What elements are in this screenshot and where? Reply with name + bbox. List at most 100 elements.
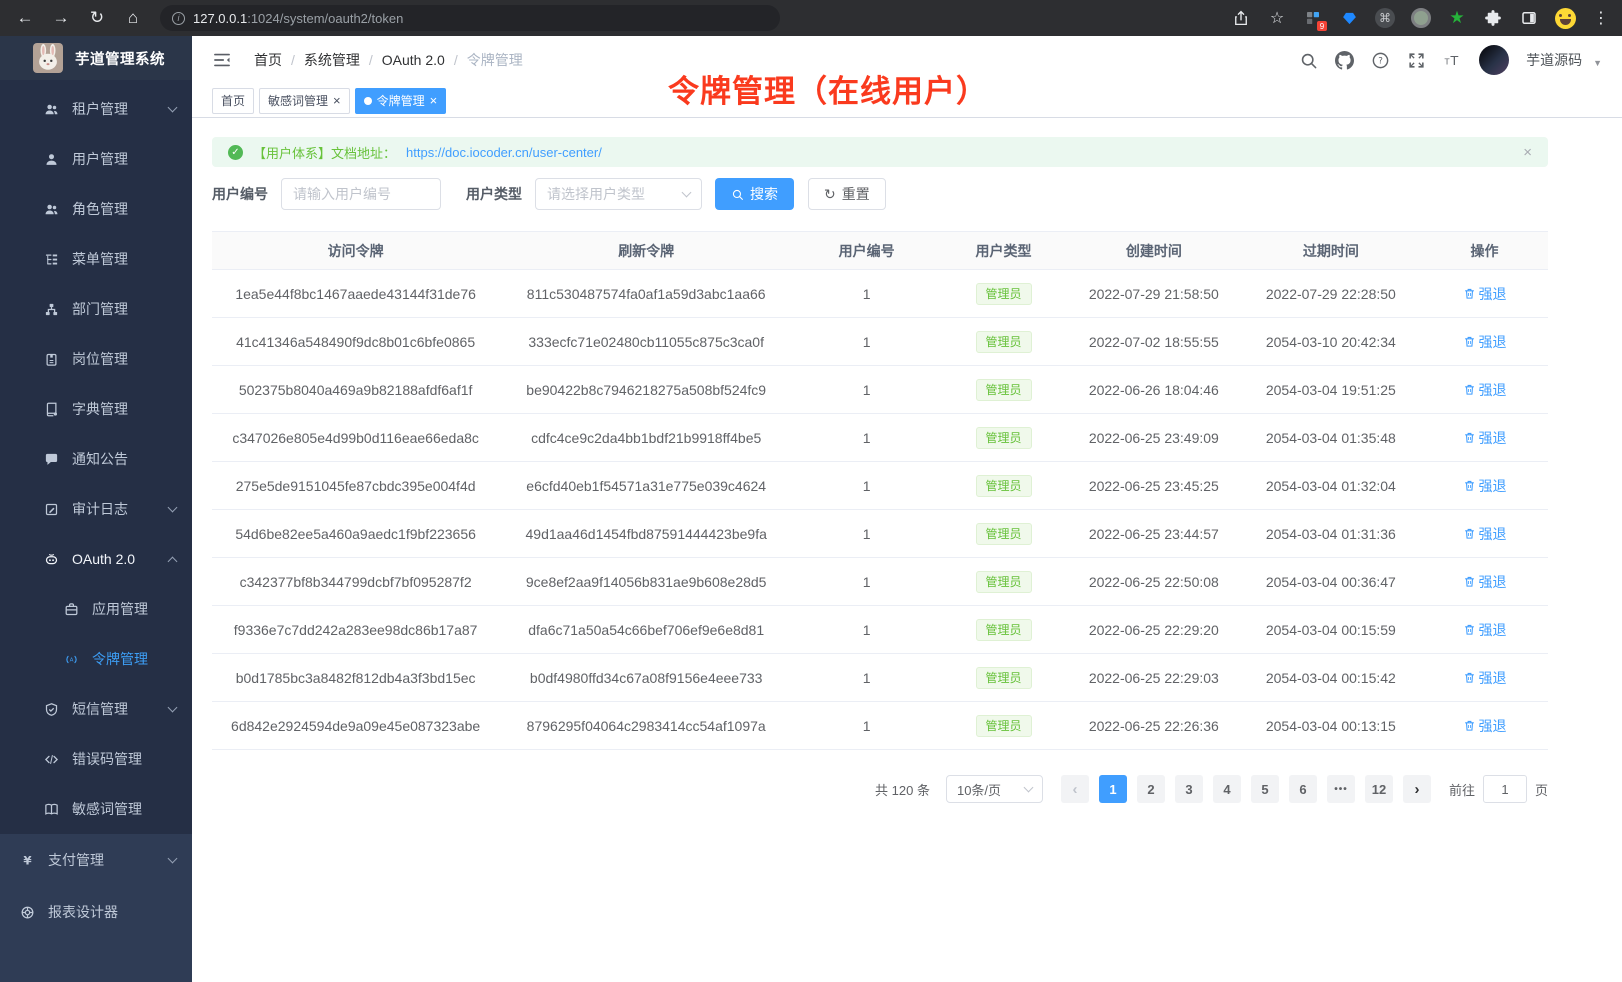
bookmark-star-icon[interactable]: ☆ [1266,7,1288,29]
sidebar-item-label: 用户管理 [72,149,128,169]
force-logout-link[interactable]: 强退 [1463,716,1507,736]
sidebar-item[interactable]: 错误码管理 [0,734,192,784]
search-button[interactable]: 搜索 [715,178,794,210]
page-number-button[interactable]: 2 [1137,775,1165,803]
user-menu-caret-icon[interactable]: ▼ [1593,58,1602,68]
app-title: 芋道管理系统 [75,48,165,69]
tab-close-icon[interactable]: × [430,94,438,107]
page-number-button[interactable]: 5 [1251,775,1279,803]
created-cell: 2022-06-25 23:44:57 [1067,510,1241,558]
force-logout-link[interactable]: 强退 [1463,332,1507,352]
actions-cell: 强退 [1421,510,1548,558]
user-name[interactable]: 芋道源码 [1526,50,1582,70]
force-logout-link[interactable]: 强退 [1463,668,1507,688]
goto-page-input[interactable] [1483,775,1527,803]
page-number-button[interactable]: 4 [1213,775,1241,803]
sidebar-item[interactable]: 报表设计器 [0,886,192,938]
forward-icon[interactable]: → [46,4,76,32]
address-bar[interactable]: i 127.0.0.1:1024/system/oauth2/token [160,5,780,31]
sidebar-item[interactable]: 用户管理 [0,134,192,184]
expires-cell: 2054-03-04 19:51:25 [1241,366,1421,414]
refresh-token-cell: 333ecfc71e02480cb11055c875c3ca0f [499,318,793,366]
chevron-icon [168,854,178,864]
site-info-icon[interactable]: i [172,12,185,25]
profile-avatar-icon[interactable] [1554,7,1576,29]
font-size-icon[interactable] [1443,51,1462,70]
sidebar-submenu-group: 租户管理 用户管理 角色管理 [0,80,192,834]
sidebar-item[interactable]: 审计日志 [0,484,192,534]
notice-icon [44,452,59,467]
sidebar-item[interactable]: 角色管理 [0,184,192,234]
sidebar-item[interactable]: 令牌管理 [0,634,192,684]
sidebar-item[interactable]: 通知公告 [0,434,192,484]
force-logout-link[interactable]: 强退 [1463,572,1507,592]
github-icon[interactable] [1335,51,1354,70]
collapse-menu-icon[interactable] [212,50,232,70]
browser-menu-icon[interactable]: ⋮ [1590,7,1612,29]
page-number-button[interactable]: ••• [1327,775,1355,803]
force-logout-link[interactable]: 强退 [1463,620,1507,640]
table-row: c342377bf8b344799dcbf7bf095287f2 9ce8ef2… [212,558,1548,606]
page-size-select[interactable]: 10条/页 [946,775,1043,803]
tag-view-tab[interactable]: 令牌管理 × [355,88,447,114]
refresh-token-cell: 9ce8ef2aa9f14056b831ae9b608e28d5 [499,558,793,606]
puzzle-extensions-icon[interactable] [1482,7,1504,29]
page-number-button[interactable]: 3 [1175,775,1203,803]
prev-page-button[interactable]: ‹ [1061,775,1089,803]
sidebar-item-label: 应用管理 [92,599,148,619]
actions-cell: 强退 [1421,606,1548,654]
side-panel-icon[interactable] [1518,7,1540,29]
fullscreen-icon[interactable] [1407,51,1426,70]
sidebar-item[interactable]: 短信管理 [0,684,192,734]
breadcrumb-item[interactable]: 首页 [254,50,282,70]
reload-icon[interactable]: ↻ [82,4,112,32]
sidebar-item[interactable]: OAuth 2.0 [0,534,192,584]
gem-extension-icon[interactable] [1338,7,1360,29]
search-icon[interactable] [1299,51,1318,70]
breadcrumb-item[interactable]: 令牌管理 [445,50,523,70]
back-icon[interactable]: ← [10,4,40,32]
sidebar-item[interactable]: 部门管理 [0,284,192,334]
share-icon[interactable] [1230,7,1252,29]
user-type-select[interactable]: 请选择用户类型 [535,178,702,210]
breadcrumb-item[interactable]: OAuth 2.0 [360,52,445,68]
tag-view-tab[interactable]: 首页 × [212,88,254,114]
force-logout-link[interactable]: 强退 [1463,524,1507,544]
sidebar-item[interactable]: 应用管理 [0,584,192,634]
access-token-cell: c347026e805e4d99b0d116eae66eda8c [212,414,499,462]
sidebar-item[interactable]: 支付管理 [0,834,192,886]
top-bar-actions: 芋道源码 ▼ [1299,45,1602,75]
logo-bar[interactable]: 芋道管理系统 [0,36,192,80]
created-cell: 2022-07-29 21:58:50 [1067,270,1241,318]
home-icon[interactable]: ⌂ [118,4,148,32]
breadcrumb-item[interactable]: 系统管理 [282,50,360,70]
reset-button[interactable]: ↻ 重置 [808,178,886,210]
command-extension-icon[interactable]: ⌘ [1374,7,1396,29]
star-extension-icon[interactable]: ★ [1446,7,1468,29]
tab-close-icon[interactable]: × [333,94,341,107]
code-icon [44,752,59,767]
refresh-token-cell: e6cfd40eb1f54571a31e775e039c4624 [499,462,793,510]
user-avatar[interactable] [1479,45,1509,75]
sidebar-item[interactable]: 菜单管理 [0,234,192,284]
alert-close-icon[interactable]: × [1523,144,1532,161]
sidebar-item[interactable]: 敏感词管理 [0,784,192,834]
extension-grid-icon[interactable]: 9 [1302,7,1324,29]
help-icon[interactable] [1371,51,1390,70]
sidebar-item[interactable]: 岗位管理 [0,334,192,384]
force-logout-link[interactable]: 强退 [1463,428,1507,448]
user-id-input[interactable] [281,178,441,210]
next-page-button[interactable]: › [1403,775,1431,803]
force-logout-link[interactable]: 强退 [1463,380,1507,400]
page-number-button[interactable]: 1 [1099,775,1127,803]
tag-view-tab[interactable]: 敏感词管理 × [259,88,350,114]
page-number-button[interactable]: 6 [1289,775,1317,803]
sidebar-item[interactable]: 字典管理 [0,384,192,434]
force-logout-link[interactable]: 强退 [1463,476,1507,496]
circle-extension-icon[interactable] [1410,7,1432,29]
actions-cell: 强退 [1421,414,1548,462]
force-logout-link[interactable]: 强退 [1463,284,1507,304]
sidebar-item[interactable]: 租户管理 [0,84,192,134]
doc-link[interactable]: https://doc.iocoder.cn/user-center/ [406,145,602,160]
page-number-button[interactable]: 12 [1365,775,1393,803]
